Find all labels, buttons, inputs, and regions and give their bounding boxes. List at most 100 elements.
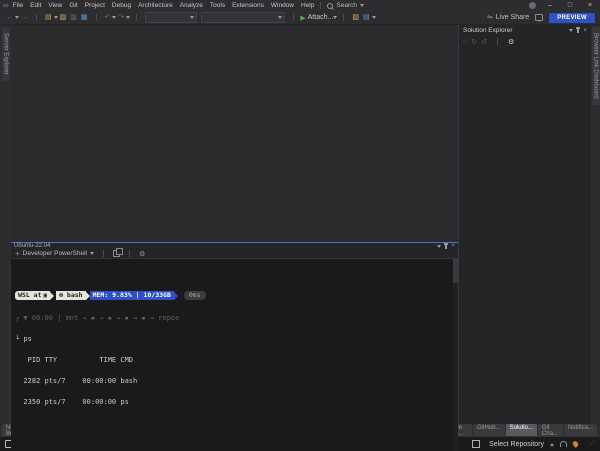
resize-grip[interactable]: ⋰ bbox=[588, 440, 595, 448]
menu-item[interactable]: Git bbox=[69, 2, 77, 9]
terminal-output-line: 2350 pts/7 00:00:00 ps bbox=[15, 398, 129, 406]
window-position-icon[interactable] bbox=[569, 29, 574, 32]
solution-configurations-dropdown[interactable] bbox=[145, 12, 198, 23]
chevron-down-icon bbox=[190, 16, 195, 19]
terminal-command-line: └ ps bbox=[15, 335, 32, 343]
window-position-icon[interactable] bbox=[437, 244, 442, 248]
menu-item[interactable]: Window bbox=[271, 2, 294, 9]
solution-explorer-panel: Solution Explorer × ⌂ ↻ ↺ ⚙ bbox=[458, 25, 591, 424]
preview-button[interactable]: PREVIEW bbox=[549, 12, 595, 23]
vs-window: ∞ File Edit View Git Project Debug Architectur… bbox=[0, 0, 600, 451]
server-explorer-vertical-tab[interactable]: Server Explorer bbox=[1, 27, 10, 81]
menu-item[interactable]: File bbox=[13, 2, 23, 9]
menu-item[interactable]: Extensions bbox=[232, 2, 264, 9]
close-icon[interactable]: × bbox=[583, 27, 587, 34]
feedback-icon[interactable] bbox=[535, 14, 544, 22]
chevron-down-icon[interactable] bbox=[126, 16, 131, 19]
divider bbox=[95, 14, 97, 21]
live-share-label: Live Share bbox=[495, 14, 530, 21]
menu-item[interactable]: Project bbox=[85, 2, 105, 9]
split-terminal-icon[interactable] bbox=[112, 248, 123, 257]
search-label: Search bbox=[336, 2, 357, 9]
scrollbar-thumb[interactable] bbox=[453, 259, 458, 283]
menu-item[interactable]: Architecture bbox=[138, 2, 173, 9]
pin-icon[interactable] bbox=[444, 242, 449, 249]
panel-title: Solution Explorer bbox=[463, 27, 513, 34]
browser-link-dashboard-vertical-tab[interactable]: Browser Link Dashboard bbox=[591, 27, 600, 105]
menu-item[interactable]: Analyze bbox=[180, 2, 203, 9]
menu-item[interactable]: Help bbox=[301, 2, 314, 9]
redo-icon[interactable]: ↷ bbox=[118, 11, 124, 24]
terminal-scrollbar[interactable] bbox=[453, 259, 458, 451]
refresh-icon[interactable]: ↻ bbox=[471, 38, 477, 46]
prompt-line: WSL at ▣ ⊗ bash MEM: 9.83% | 10/33GB 0ms bbox=[15, 291, 458, 300]
solution-explorer-toolbar: ⌂ ↻ ↺ ⚙ bbox=[459, 36, 591, 47]
chevron-down-icon[interactable] bbox=[89, 252, 94, 255]
chevron-down-icon bbox=[278, 16, 283, 19]
maximize-button[interactable]: □ bbox=[564, 2, 576, 9]
toolbar-right: ⇋ Live Share PREVIEW bbox=[487, 11, 600, 24]
divider bbox=[36, 14, 37, 21]
notifications-bell-icon[interactable] bbox=[560, 441, 567, 447]
chevron-down-icon[interactable] bbox=[53, 16, 58, 19]
search-box[interactable]: Search bbox=[327, 2, 364, 9]
solution-platforms-dropdown[interactable] bbox=[201, 12, 286, 23]
terminal-profile-label[interactable]: Developer PowerShell bbox=[23, 250, 87, 257]
panel-header-icons: × bbox=[569, 27, 587, 34]
solution-explorer-sync-icon[interactable]: ▤ bbox=[363, 11, 370, 24]
title-bar: ∞ File Edit View Git Project Debug Architectur… bbox=[0, 0, 600, 11]
solution-explorer-body[interactable] bbox=[459, 47, 591, 424]
chevron-down-icon[interactable] bbox=[15, 16, 19, 19]
left-dock-strip: Server Explorer bbox=[0, 25, 11, 424]
save-icon[interactable]: ▥ bbox=[70, 11, 77, 24]
menu-item[interactable]: Debug bbox=[112, 2, 131, 9]
divider bbox=[343, 14, 345, 21]
terminal-panel: Ubuntu-22.04 × + Developer PowerShell ⚙ bbox=[11, 242, 458, 451]
titlebar-right: – □ × bbox=[529, 2, 600, 9]
menu-item[interactable]: View bbox=[48, 2, 62, 9]
menu-item[interactable]: Tools bbox=[210, 2, 225, 9]
terminal-settings-icon[interactable]: ⚙ bbox=[139, 250, 145, 258]
navigate-back-icon[interactable]: ← bbox=[6, 11, 13, 24]
switch-views-wrench-icon[interactable]: ⚙ bbox=[508, 38, 514, 46]
prompt-path-line: ┌ ▼ 00:00 | mnt → ▪ → ▪ → ▪ → ▪ → repos bbox=[15, 314, 180, 322]
minimize-button[interactable]: – bbox=[544, 2, 556, 9]
main-body: Server Explorer Ubuntu-22.04 × + Develop… bbox=[0, 25, 600, 451]
navigate-forward-icon[interactable]: → bbox=[21, 11, 28, 24]
chevron-down-icon[interactable] bbox=[112, 16, 117, 19]
close-button[interactable]: × bbox=[584, 2, 596, 9]
powerline-arrow bbox=[173, 291, 178, 300]
distro-icon: ▣ bbox=[43, 292, 48, 299]
solution-explorer-header: Solution Explorer × bbox=[459, 25, 591, 36]
chevron-down-icon[interactable] bbox=[333, 16, 338, 19]
hot-reload-flame-icon[interactable] bbox=[571, 440, 580, 448]
toolbar-overflow-icon[interactable] bbox=[371, 16, 376, 19]
terminal-toolbar: + Developer PowerShell ⚙ bbox=[11, 248, 458, 259]
select-repository-button[interactable]: Select Repository bbox=[489, 441, 544, 448]
new-terminal-icon[interactable]: + bbox=[15, 249, 20, 258]
terminal-output-line: 2282 pts/7 00:00:00 bash bbox=[15, 377, 138, 385]
divider bbox=[293, 14, 295, 21]
undo-icon[interactable]: ↶ bbox=[105, 11, 111, 24]
menu-item[interactable]: Edit bbox=[30, 2, 41, 9]
start-debug-icon[interactable]: ▶ bbox=[300, 14, 305, 22]
powerline-arrow bbox=[50, 291, 55, 300]
pin-icon[interactable] bbox=[576, 27, 581, 33]
collapse-all-icon[interactable]: ↺ bbox=[481, 38, 487, 46]
home-icon[interactable]: ⌂ bbox=[463, 38, 467, 45]
prompt-shell-segment: ⊗ bash bbox=[56, 291, 86, 300]
find-in-files-icon[interactable]: ▧ bbox=[352, 11, 359, 24]
attach-button[interactable]: Attach... bbox=[308, 14, 334, 21]
divider bbox=[102, 250, 104, 257]
account-avatar[interactable] bbox=[529, 2, 536, 9]
divider bbox=[320, 2, 322, 9]
terminal-output[interactable]: WSL at ▣ ⊗ bash MEM: 9.83% | 10/33GB 0ms … bbox=[11, 259, 458, 451]
right-dock-strip: Browser Link Dashboard bbox=[591, 25, 600, 424]
open-file-icon[interactable]: ▨ bbox=[60, 11, 67, 24]
save-all-icon[interactable]: ▦ bbox=[81, 11, 88, 24]
divider bbox=[128, 250, 130, 257]
standard-toolbar: ← → ▤ ▨ ▥ ▦ ↶ ↷ ▶ Attach... ▧ ▤ ⇋ Live S… bbox=[0, 11, 600, 25]
chevron-down-icon bbox=[359, 4, 364, 7]
new-project-icon[interactable]: ▤ bbox=[45, 11, 52, 24]
live-share-button[interactable]: ⇋ Live Share bbox=[487, 11, 529, 24]
